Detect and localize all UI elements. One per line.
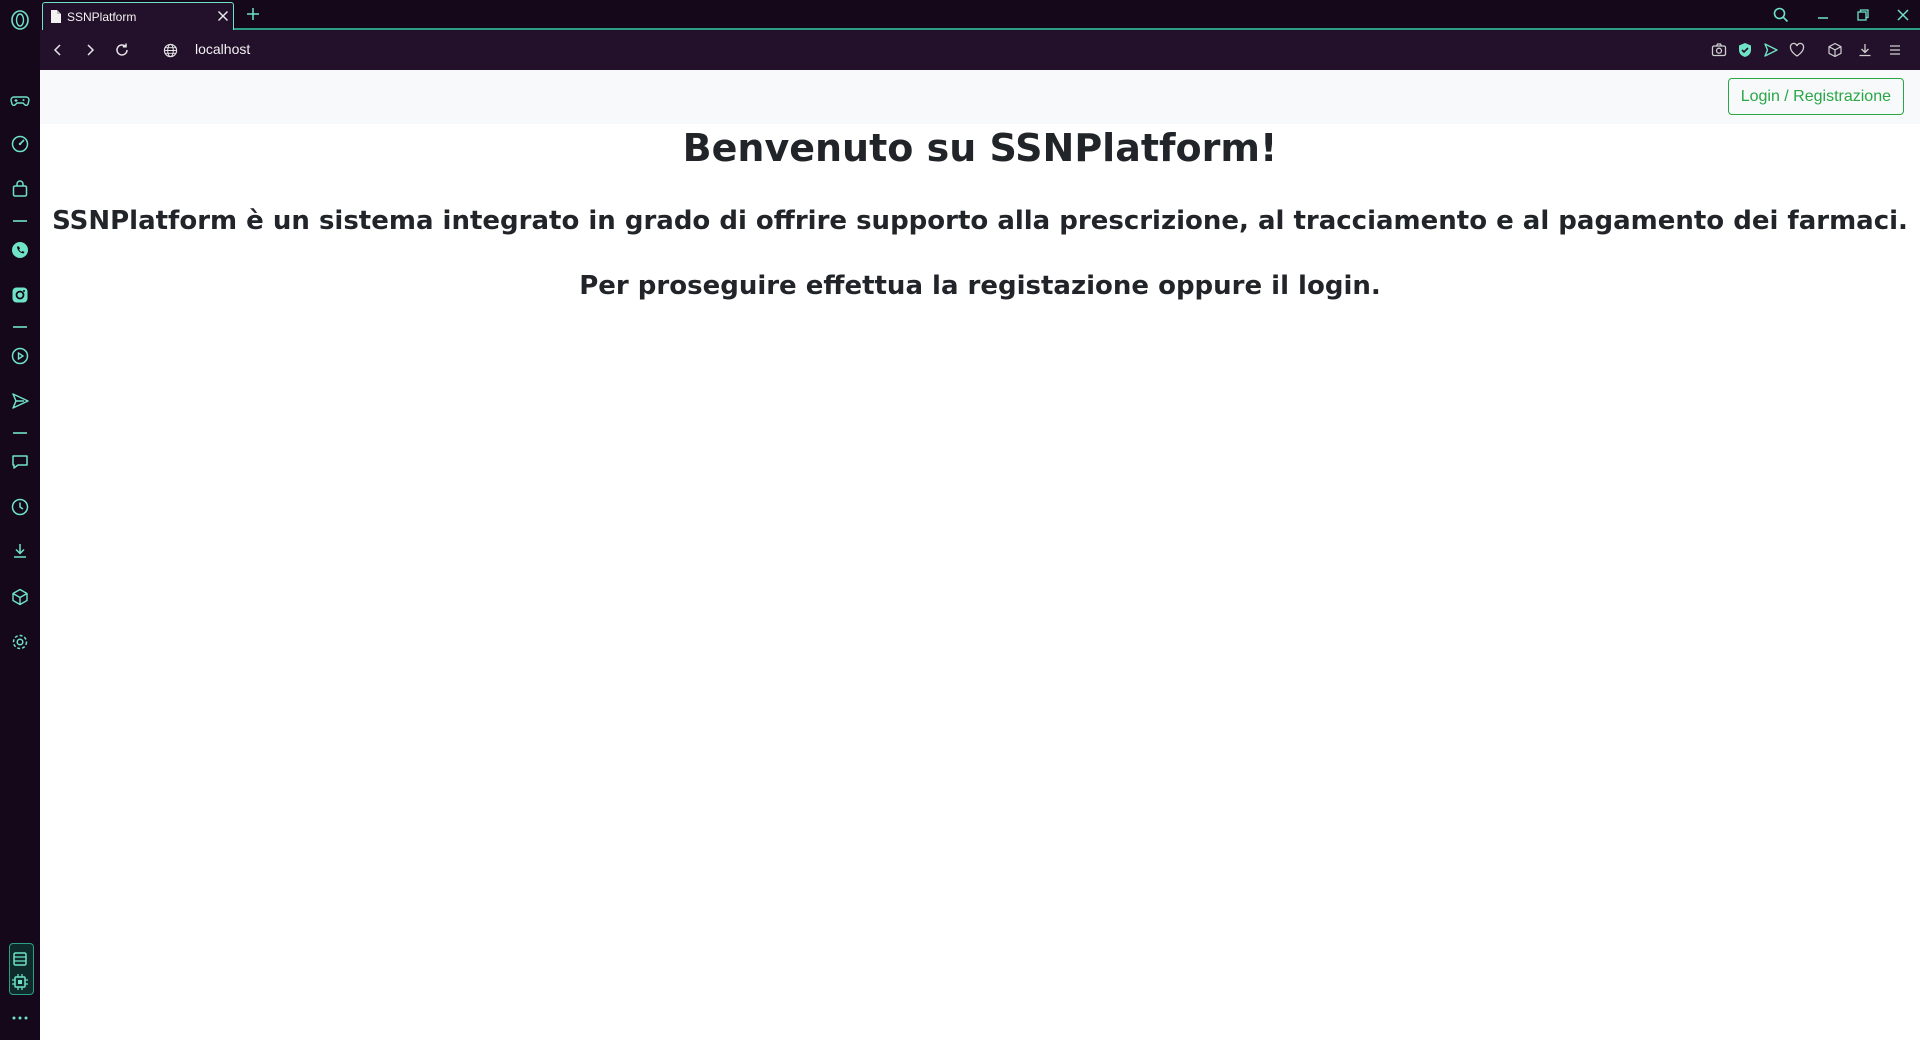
whatsapp-icon[interactable] — [8, 238, 32, 262]
shopping-bag-icon[interactable] — [8, 177, 32, 201]
url-field[interactable]: localhost — [195, 41, 250, 57]
page-title: Benvenuto su SSNPlatform! — [682, 126, 1278, 170]
restore-icon[interactable] — [1852, 4, 1874, 26]
new-tab-icon[interactable] — [244, 5, 262, 23]
player-icon[interactable] — [8, 344, 32, 368]
back-icon[interactable] — [48, 40, 68, 60]
tab-title: SSNPlatform — [67, 10, 137, 24]
menu-icon[interactable] — [1886, 41, 1904, 59]
speedometer-icon[interactable] — [8, 132, 32, 156]
call-to-action-text: Per proseguire effettua la registazione … — [579, 271, 1381, 301]
address-bar: localhost — [40, 30, 1920, 70]
tab-ssnplatform[interactable]: SSNPlatform — [42, 2, 234, 30]
send-icon[interactable] — [1762, 41, 1780, 59]
game-controller-icon[interactable] — [8, 88, 32, 112]
heart-icon[interactable] — [1788, 41, 1806, 59]
globe-icon[interactable] — [160, 40, 180, 60]
settings-icon[interactable] — [8, 630, 32, 654]
workspace-icon[interactable] — [8, 947, 32, 971]
minimize-icon[interactable] — [1812, 4, 1834, 26]
close-window-icon[interactable] — [1892, 4, 1914, 26]
sidebar-separator — [13, 432, 27, 434]
instagram-icon[interactable] — [8, 283, 32, 307]
send-icon[interactable] — [8, 389, 32, 413]
opera-logo-icon[interactable] — [8, 8, 32, 32]
document-icon — [50, 9, 62, 28]
box-icon[interactable] — [8, 585, 32, 609]
forward-icon[interactable] — [80, 40, 100, 60]
tab-bar: SSNPlatform — [40, 0, 1920, 30]
platform-description: SSNPlatform è un sistema integrato in gr… — [52, 206, 1908, 236]
more-icon[interactable] — [8, 1006, 32, 1030]
download-icon[interactable] — [8, 539, 32, 563]
download-icon[interactable] — [1856, 41, 1874, 59]
browser-sidebar — [0, 0, 40, 1040]
camera-icon[interactable] — [1710, 41, 1728, 59]
search-tabs-icon[interactable] — [1770, 4, 1792, 26]
reload-icon[interactable] — [112, 40, 132, 60]
page-navbar: Login / Registrazione — [40, 70, 1920, 124]
shield-icon[interactable] — [1736, 41, 1754, 59]
chat-icon[interactable] — [8, 450, 32, 474]
close-tab-icon[interactable] — [215, 8, 231, 24]
sidebar-separator — [13, 326, 27, 328]
cpu-icon[interactable] — [8, 970, 32, 994]
web-page: Login / Registrazione Benvenuto su SSNPl… — [40, 70, 1920, 1040]
history-icon[interactable] — [8, 495, 32, 519]
box-icon[interactable] — [1826, 41, 1844, 59]
login-register-button[interactable]: Login / Registrazione — [1727, 78, 1904, 115]
sidebar-separator — [13, 220, 27, 222]
